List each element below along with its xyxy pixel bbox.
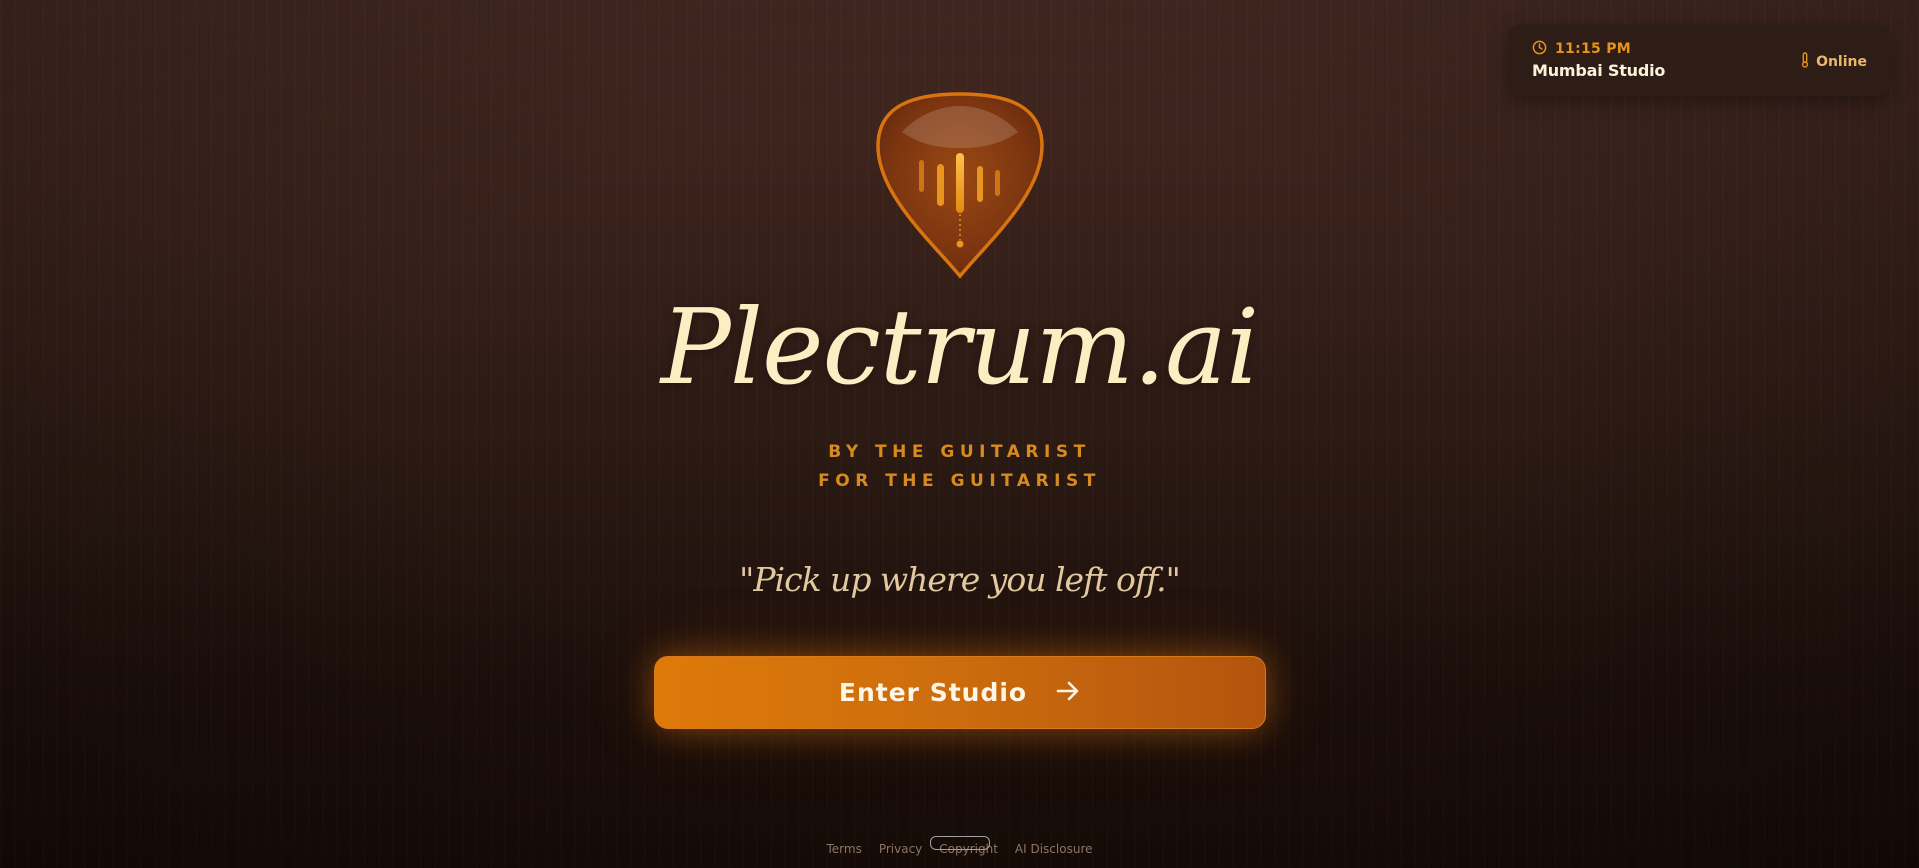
footer-link-copyright[interactable]: Copyright	[939, 842, 998, 856]
tagline-line-2: FOR THE GUITARIST	[818, 471, 1101, 491]
footer-links: Terms Privacy Copyright AI Disclosure	[0, 842, 1919, 856]
tagline-line-1: BY THE GUITARIST	[828, 442, 1091, 462]
guitar-pick-waveform-icon	[874, 90, 1046, 282]
studio-status-card: 11:15 PM Mumbai Studio Online	[1508, 24, 1890, 96]
footer-link-privacy[interactable]: Privacy	[879, 842, 922, 856]
enter-studio-label: Enter Studio	[838, 678, 1028, 707]
arrow-right-icon	[1055, 680, 1081, 706]
footer-link-ai-disclosure[interactable]: AI Disclosure	[1015, 842, 1093, 856]
brand-title: Plectrum.ai	[660, 286, 1259, 408]
thermometer-icon	[1800, 52, 1810, 72]
brand-quote: "Pick up where you left off."	[739, 560, 1181, 599]
connection-status-label: Online	[1816, 54, 1867, 70]
footer-link-terms[interactable]: Terms	[826, 842, 861, 856]
clock-icon	[1532, 40, 1547, 59]
status-time: 11:15 PM	[1555, 41, 1632, 57]
enter-studio-button[interactable]: Enter Studio	[654, 656, 1266, 729]
connection-status: Online	[1800, 52, 1867, 72]
